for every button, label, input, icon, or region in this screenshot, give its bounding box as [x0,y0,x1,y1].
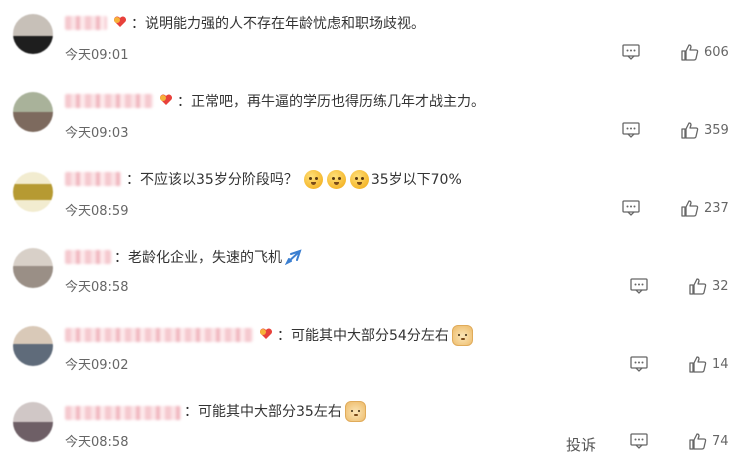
avatar[interactable] [13,172,53,212]
comment-icon [622,200,640,216]
comment-item: ： 可能其中大部分35左右 今天08:58 74 [0,390,740,462]
avatar[interactable] [13,92,53,132]
avatar[interactable] [13,248,53,288]
report-button[interactable]: 投诉 [566,434,596,455]
timestamp: 今天09:02 [65,358,129,373]
comment-item: ： 正常吧，再牛逼的学历也得历练几年才战主力。 今天09:03 359 [0,78,740,156]
comment-icon [630,356,648,372]
reply-button[interactable] [630,278,648,294]
doge-emoji-icon [344,400,366,422]
thumbs-up-icon [681,122,699,139]
reply-button[interactable] [622,200,640,216]
like-count: 237 [704,201,729,216]
like-button[interactable]: 237 [681,200,729,217]
doge-emoji-icon [451,324,473,346]
thinking-emoji-icon [303,169,323,189]
like-button[interactable]: 606 [681,44,729,61]
username[interactable] [65,250,111,264]
comment-item: ： 老龄化企业，失速的飞机 今天08:58 32 [0,234,740,312]
airplane-emoji-icon [285,249,302,265]
thumbs-up-icon [681,44,699,61]
comment-separator: ： [277,328,291,344]
like-count: 606 [704,45,729,60]
reply-button[interactable] [622,122,640,138]
username[interactable] [65,16,107,30]
like-button[interactable]: 74 [689,433,729,450]
comment-text: 可能其中大部分35左右 [198,404,342,420]
reply-button[interactable] [630,356,648,372]
like-button[interactable]: 32 [689,278,729,295]
avatar[interactable] [13,14,53,54]
heart-badge-icon [257,327,275,343]
thumbs-up-icon [681,200,699,217]
timestamp: 今天08:58 [65,435,129,450]
heart-badge-icon [111,15,129,31]
like-count: 14 [712,357,729,372]
comment-icon [630,433,648,449]
reply-button[interactable] [622,44,640,60]
username[interactable] [65,406,181,420]
thinking-emoji-icon [326,169,346,189]
comment-icon [622,44,640,60]
like-count: 32 [712,279,729,294]
reply-button[interactable] [630,433,648,449]
avatar[interactable] [13,326,53,366]
username[interactable] [65,172,121,186]
username[interactable] [65,328,253,342]
comment-icon [622,122,640,138]
timestamp: 今天09:03 [65,126,129,141]
like-button[interactable]: 359 [681,122,729,139]
comment-item: ： 不应该以35岁分阶段吗？ 35岁以下70% 今天08:59 237 [0,156,740,234]
timestamp: 今天09:01 [65,48,129,63]
comment-separator: ： [126,172,140,188]
comment-text: 正常吧，再牛逼的学历也得历练几年才战主力。 [191,94,485,110]
comment-text: 老龄化企业，失速的飞机 [128,250,282,266]
avatar[interactable] [13,402,53,442]
thinking-emoji-icon [349,169,369,189]
thumbs-up-icon [689,356,707,373]
comment-text: 可能其中大部分54分左右 [291,328,449,344]
comment-text: 说明能力强的人不存在年龄忧虑和职场歧视。 [145,16,425,32]
timestamp: 今天08:58 [65,280,129,295]
comment-text: 不应该以35岁分阶段吗？ [140,172,298,188]
username[interactable] [65,94,153,108]
like-button[interactable]: 14 [689,356,729,373]
comment-item: ： 说明能力强的人不存在年龄忧虑和职场歧视。 今天09:01 606 [0,0,740,78]
comment-item: ： 可能其中大部分54分左右 今天09:02 14 [0,312,740,390]
comment-icon [630,278,648,294]
thumbs-up-icon [689,433,707,450]
heart-badge-icon [157,93,175,109]
comment-separator: ： [177,94,191,110]
like-count: 74 [712,434,729,449]
comment-separator: ： [114,250,128,266]
like-count: 359 [704,123,729,138]
comment-separator: ： [184,404,198,420]
timestamp: 今天08:59 [65,204,129,219]
comment-separator: ： [131,16,145,32]
comment-text-suffix: 35岁以下70% [370,172,462,188]
thumbs-up-icon [689,278,707,295]
